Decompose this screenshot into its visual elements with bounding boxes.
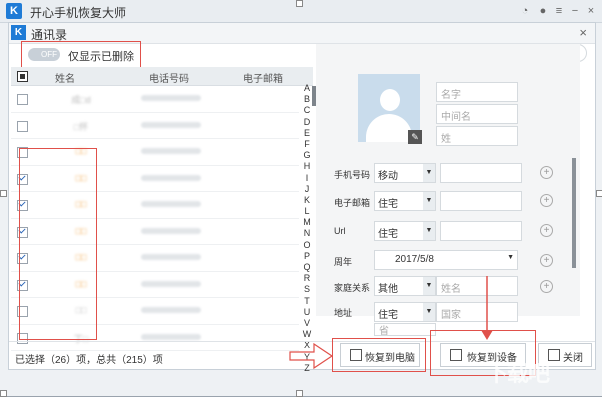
watermark: 下载吧 <box>486 361 550 386</box>
arrow-right-annotation <box>289 342 334 370</box>
resize-handle[interactable] <box>296 0 303 7</box>
annotation-arrows <box>289 276 493 370</box>
resize-handle[interactable] <box>0 190 7 197</box>
app-window: K 开心手机恢复大师 ◔ ● ≡ − × K 通讯录 × OFF 仅显示已删除 … <box>0 0 602 397</box>
resize-handle[interactable] <box>596 190 602 197</box>
arrow-down-head <box>481 330 493 340</box>
